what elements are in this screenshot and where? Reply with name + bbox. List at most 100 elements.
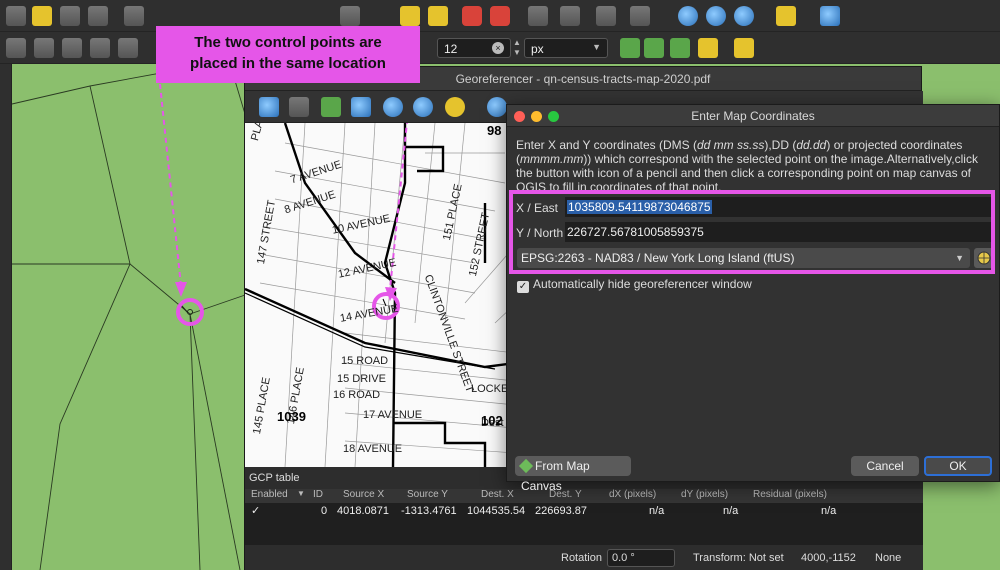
crs-status[interactable]: None bbox=[875, 545, 901, 570]
highlight-box bbox=[509, 190, 995, 274]
gcp-dest-y[interactable]: 226693.87 bbox=[535, 503, 587, 520]
start-georeferencing-icon[interactable] bbox=[321, 97, 341, 117]
rotate-label-icon[interactable] bbox=[560, 6, 580, 26]
col-source-x[interactable]: Source X bbox=[343, 489, 384, 500]
desc-dd: dd.dd bbox=[796, 138, 827, 152]
unit-select[interactable]: px ▼ bbox=[524, 38, 608, 58]
snapping-icon[interactable] bbox=[6, 38, 26, 58]
snap-segment-icon[interactable] bbox=[62, 38, 82, 58]
python-console-icon[interactable] bbox=[776, 6, 796, 26]
table-row[interactable]: ✓ 0 4018.0871 -1313.4761 1044535.54 2266… bbox=[245, 503, 923, 520]
enter-map-coordinates-dialog: Enter Map Coordinates Enter X and Y coor… bbox=[506, 104, 1000, 493]
col-dy[interactable]: dY (pixels) bbox=[681, 489, 728, 500]
dialog-title: Enter Map Coordinates bbox=[691, 109, 815, 123]
generate-script-icon[interactable] bbox=[351, 97, 371, 117]
cancel-button[interactable]: Cancel bbox=[851, 456, 919, 476]
dialog-description: Enter X and Y coordinates (DMS (dd mm ss… bbox=[516, 138, 994, 194]
map-label-locke: LOCKE bbox=[471, 383, 509, 395]
add-feature-icon[interactable] bbox=[88, 6, 108, 26]
checkbox-check[interactable]: ✓ bbox=[517, 281, 529, 293]
tract-102: 102 bbox=[481, 413, 503, 428]
snap-area-icon[interactable] bbox=[90, 38, 110, 58]
gcp-table: Enabled ▼ ID Source X Source Y Dest. X D… bbox=[245, 489, 923, 545]
change-label-icon[interactable] bbox=[596, 6, 616, 26]
col-dest-x[interactable]: Dest. X bbox=[481, 489, 514, 500]
wms-add-icon[interactable] bbox=[706, 6, 726, 26]
gcp-source-y[interactable]: -1313.4761 bbox=[401, 503, 457, 520]
map-label-15-road: 15 ROAD bbox=[341, 355, 389, 367]
unit-value: px bbox=[531, 42, 544, 56]
edit-icon[interactable] bbox=[340, 6, 360, 26]
callout-line-1: The two control points are bbox=[194, 34, 382, 51]
show-labels-icon[interactable] bbox=[462, 6, 482, 26]
map-label-15-drive: 15 DRIVE bbox=[337, 373, 386, 385]
gcp-source-x[interactable]: 4018.0871 bbox=[337, 503, 389, 520]
cursor-coords: 4000,-1152 bbox=[801, 552, 856, 564]
minimize-icon[interactable] bbox=[531, 111, 542, 122]
desc-text-2: ),DD ( bbox=[764, 138, 797, 152]
autohide-checkbox[interactable]: ✓ Automatically hide georeferencer window bbox=[517, 277, 752, 293]
col-enabled[interactable]: Enabled bbox=[251, 489, 288, 500]
save-edits-icon[interactable] bbox=[60, 6, 80, 26]
add-point-icon[interactable] bbox=[487, 97, 507, 117]
wfs-search-icon[interactable] bbox=[734, 6, 754, 26]
vertex-tool-icon[interactable] bbox=[124, 6, 144, 26]
merge-icon[interactable] bbox=[698, 38, 718, 58]
digitize-icon[interactable] bbox=[6, 6, 26, 26]
desc-dms: dd mm ss.ss bbox=[696, 138, 765, 152]
close-icon[interactable] bbox=[514, 111, 525, 122]
map-label-17-avenue: 17 AVENUE bbox=[363, 409, 423, 421]
rotation-spinbox[interactable]: 0.0 ° bbox=[607, 549, 675, 567]
reshape-icon[interactable] bbox=[644, 38, 664, 58]
dialog-titlebar: Enter Map Coordinates bbox=[507, 105, 999, 127]
snap-vertex-icon[interactable] bbox=[34, 38, 54, 58]
rotation-value: 0.0 ° bbox=[612, 552, 635, 564]
clear-icon[interactable]: × bbox=[492, 42, 504, 54]
col-dx[interactable]: dX (pixels) bbox=[609, 489, 656, 500]
globe-plugin-icon[interactable] bbox=[678, 6, 698, 26]
transform-status: Transform: Not set bbox=[693, 552, 784, 564]
gcp-dy: n/a bbox=[723, 505, 739, 517]
label-properties-icon[interactable] bbox=[630, 6, 650, 26]
label-tool-icon[interactable] bbox=[400, 6, 420, 26]
map-label-16-road: 16 ROAD bbox=[333, 389, 381, 401]
help-icon[interactable] bbox=[820, 6, 840, 26]
from-map-canvas-button[interactable]: From Map Canvas bbox=[515, 456, 631, 493]
callout-line-2: placed in the same location bbox=[190, 55, 386, 72]
settings-gear-icon[interactable] bbox=[445, 97, 465, 117]
chevron-down-icon: ▼ bbox=[592, 42, 601, 52]
open-raster-icon[interactable] bbox=[259, 97, 279, 117]
gcp-dest-x[interactable]: 1044535.54 bbox=[467, 503, 525, 520]
highlight-labels-icon[interactable] bbox=[490, 6, 510, 26]
font-size-input[interactable]: 12 × bbox=[437, 38, 511, 58]
zoom-icon[interactable] bbox=[548, 111, 559, 122]
font-size-value: 12 bbox=[444, 42, 458, 56]
col-source-y[interactable]: Source Y bbox=[407, 489, 448, 500]
gcp-id: 0 bbox=[321, 505, 328, 517]
font-size-spinner[interactable]: ▲ ▼ bbox=[512, 38, 522, 58]
main-toolbar-top bbox=[0, 0, 1000, 32]
tract-98: 98 bbox=[487, 123, 502, 138]
desc-text-1: Enter X and Y coordinates (DMS ( bbox=[516, 138, 697, 152]
annotation-callout: The two control points are placed in the… bbox=[156, 26, 420, 83]
save-gcp-icon[interactable] bbox=[413, 97, 433, 117]
trace-icon[interactable] bbox=[118, 38, 138, 58]
transform-settings-icon[interactable] bbox=[289, 97, 309, 117]
col-residual[interactable]: Residual (pixels) bbox=[753, 489, 827, 500]
load-gcp-icon[interactable] bbox=[383, 97, 403, 117]
desc-proj: mmmm.mm bbox=[520, 152, 584, 166]
delete-vertex-icon[interactable] bbox=[670, 38, 690, 58]
pencil-icon bbox=[518, 458, 534, 474]
rotation-label: Rotation bbox=[561, 552, 602, 564]
pin-label-icon[interactable] bbox=[428, 6, 448, 26]
rotate-feature-icon[interactable] bbox=[734, 38, 754, 58]
gcp-dx: n/a bbox=[649, 505, 665, 517]
gcp-enabled-check[interactable]: ✓ bbox=[251, 503, 260, 520]
split-tool-icon[interactable] bbox=[620, 38, 640, 58]
desc-text-4: )) which correspond with the selected po… bbox=[516, 152, 978, 194]
georeferencer-statusbar: Rotation 0.0 ° Transform: Not set 4000,-… bbox=[245, 545, 923, 570]
col-id[interactable]: ID bbox=[313, 489, 323, 500]
ok-button[interactable]: OK bbox=[924, 456, 992, 476]
move-label-icon[interactable] bbox=[528, 6, 548, 26]
pencil-icon[interactable] bbox=[32, 6, 52, 26]
